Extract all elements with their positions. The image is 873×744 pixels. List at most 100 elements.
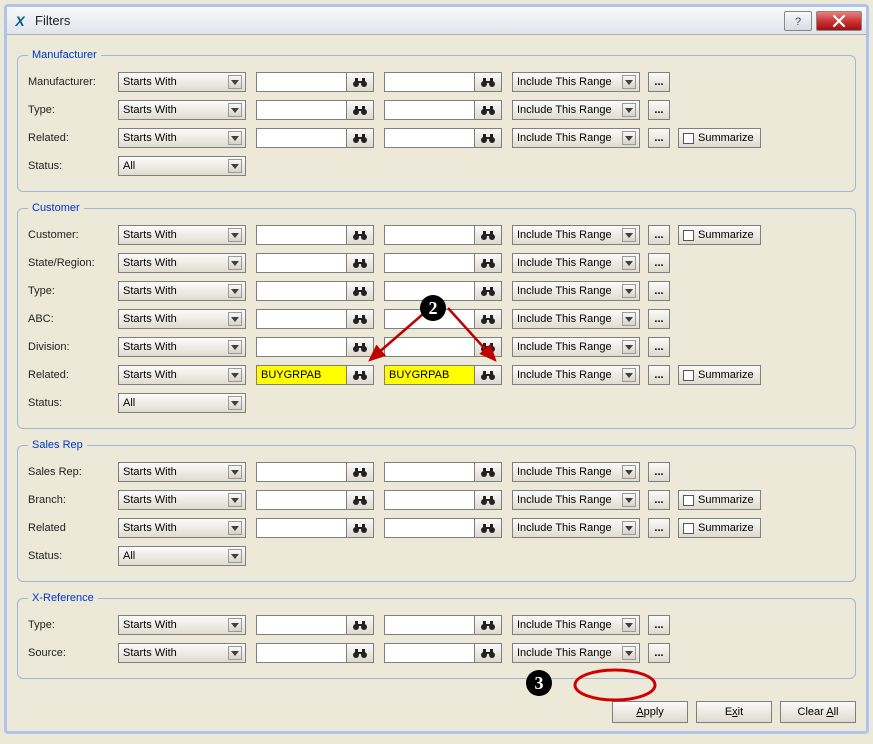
value-to-input[interactable]: [384, 128, 474, 148]
lookup-button[interactable]: [474, 462, 502, 482]
mode-select[interactable]: Starts With: [118, 281, 246, 301]
more-button[interactable]: ...: [648, 225, 670, 245]
value-from-input[interactable]: [256, 490, 346, 510]
summarize-button[interactable]: Summarize: [678, 518, 761, 538]
more-button[interactable]: ...: [648, 253, 670, 273]
more-button[interactable]: ...: [648, 643, 670, 663]
lookup-button[interactable]: [346, 128, 374, 148]
mode-select[interactable]: Starts With: [118, 72, 246, 92]
close-button[interactable]: [816, 11, 862, 31]
value-from-input[interactable]: [256, 253, 346, 273]
lookup-button[interactable]: [474, 309, 502, 329]
lookup-button[interactable]: [346, 462, 374, 482]
range-select[interactable]: Include This Range: [512, 643, 640, 663]
mode-select[interactable]: Starts With: [118, 490, 246, 510]
more-button[interactable]: ...: [648, 72, 670, 92]
value-to-input[interactable]: [384, 518, 474, 538]
value-to-input[interactable]: [384, 462, 474, 482]
clear-all-button[interactable]: Clear All: [780, 701, 856, 723]
lookup-button[interactable]: [474, 72, 502, 92]
range-select[interactable]: Include This Range: [512, 365, 640, 385]
summarize-button[interactable]: Summarize: [678, 225, 761, 245]
more-button[interactable]: ...: [648, 462, 670, 482]
mode-select[interactable]: Starts With: [118, 365, 246, 385]
more-button[interactable]: ...: [648, 128, 670, 148]
value-to-input[interactable]: [384, 72, 474, 92]
summarize-button[interactable]: Summarize: [678, 365, 761, 385]
lookup-button[interactable]: [474, 518, 502, 538]
value-to-input[interactable]: [384, 615, 474, 635]
more-button[interactable]: ...: [648, 365, 670, 385]
more-button[interactable]: ...: [648, 518, 670, 538]
value-from-input[interactable]: [256, 128, 346, 148]
value-from-input[interactable]: [256, 281, 346, 301]
lookup-button[interactable]: [346, 225, 374, 245]
range-select[interactable]: Include This Range: [512, 100, 640, 120]
value-from-input[interactable]: [256, 309, 346, 329]
value-to-input[interactable]: [384, 253, 474, 273]
range-select[interactable]: Include This Range: [512, 72, 640, 92]
summarize-button[interactable]: Summarize: [678, 128, 761, 148]
mode-select[interactable]: Starts With: [118, 337, 246, 357]
value-from-input[interactable]: [256, 100, 346, 120]
more-button[interactable]: ...: [648, 615, 670, 635]
range-select[interactable]: Include This Range: [512, 128, 640, 148]
range-select[interactable]: Include This Range: [512, 518, 640, 538]
range-select[interactable]: Include This Range: [512, 462, 640, 482]
lookup-button[interactable]: [474, 225, 502, 245]
value-from-input[interactable]: [256, 518, 346, 538]
more-button[interactable]: ...: [648, 490, 670, 510]
lookup-button[interactable]: [346, 490, 374, 510]
value-to-input[interactable]: [384, 100, 474, 120]
value-from-input[interactable]: BUYGRPAB: [256, 365, 346, 385]
mode-select[interactable]: Starts With: [118, 615, 246, 635]
lookup-button[interactable]: [346, 365, 374, 385]
value-to-input[interactable]: [384, 643, 474, 663]
mode-select[interactable]: Starts With: [118, 309, 246, 329]
value-to-input[interactable]: BUYGRPAB: [384, 365, 474, 385]
range-select[interactable]: Include This Range: [512, 225, 640, 245]
mode-select[interactable]: Starts With: [118, 518, 246, 538]
range-select[interactable]: Include This Range: [512, 615, 640, 635]
lookup-button[interactable]: [474, 337, 502, 357]
lookup-button[interactable]: [474, 615, 502, 635]
value-to-input[interactable]: [384, 337, 474, 357]
value-to-input[interactable]: [384, 490, 474, 510]
range-select[interactable]: Include This Range: [512, 490, 640, 510]
value-from-input[interactable]: [256, 615, 346, 635]
range-select[interactable]: Include This Range: [512, 281, 640, 301]
lookup-button[interactable]: [474, 643, 502, 663]
value-from-input[interactable]: [256, 643, 346, 663]
mode-select[interactable]: Starts With: [118, 253, 246, 273]
lookup-button[interactable]: [346, 518, 374, 538]
value-from-input[interactable]: [256, 462, 346, 482]
more-button[interactable]: ...: [648, 337, 670, 357]
lookup-button[interactable]: [474, 100, 502, 120]
lookup-button[interactable]: [346, 337, 374, 357]
mode-select[interactable]: Starts With: [118, 643, 246, 663]
mode-select[interactable]: All: [118, 156, 246, 176]
lookup-button[interactable]: [346, 643, 374, 663]
range-select[interactable]: Include This Range: [512, 337, 640, 357]
more-button[interactable]: ...: [648, 100, 670, 120]
lookup-button[interactable]: [346, 253, 374, 273]
value-to-input[interactable]: [384, 281, 474, 301]
summarize-button[interactable]: Summarize: [678, 490, 761, 510]
exit-button[interactable]: Exit: [696, 701, 772, 723]
help-button[interactable]: ?: [784, 11, 812, 31]
lookup-button[interactable]: [346, 72, 374, 92]
more-button[interactable]: ...: [648, 309, 670, 329]
apply-button[interactable]: Apply: [612, 701, 688, 723]
mode-select[interactable]: Starts With: [118, 128, 246, 148]
mode-select[interactable]: All: [118, 546, 246, 566]
mode-select[interactable]: Starts With: [118, 462, 246, 482]
value-to-input[interactable]: [384, 225, 474, 245]
value-from-input[interactable]: [256, 337, 346, 357]
value-to-input[interactable]: [384, 309, 474, 329]
lookup-button[interactable]: [346, 309, 374, 329]
lookup-button[interactable]: [474, 365, 502, 385]
lookup-button[interactable]: [474, 281, 502, 301]
range-select[interactable]: Include This Range: [512, 309, 640, 329]
lookup-button[interactable]: [474, 490, 502, 510]
lookup-button[interactable]: [474, 253, 502, 273]
